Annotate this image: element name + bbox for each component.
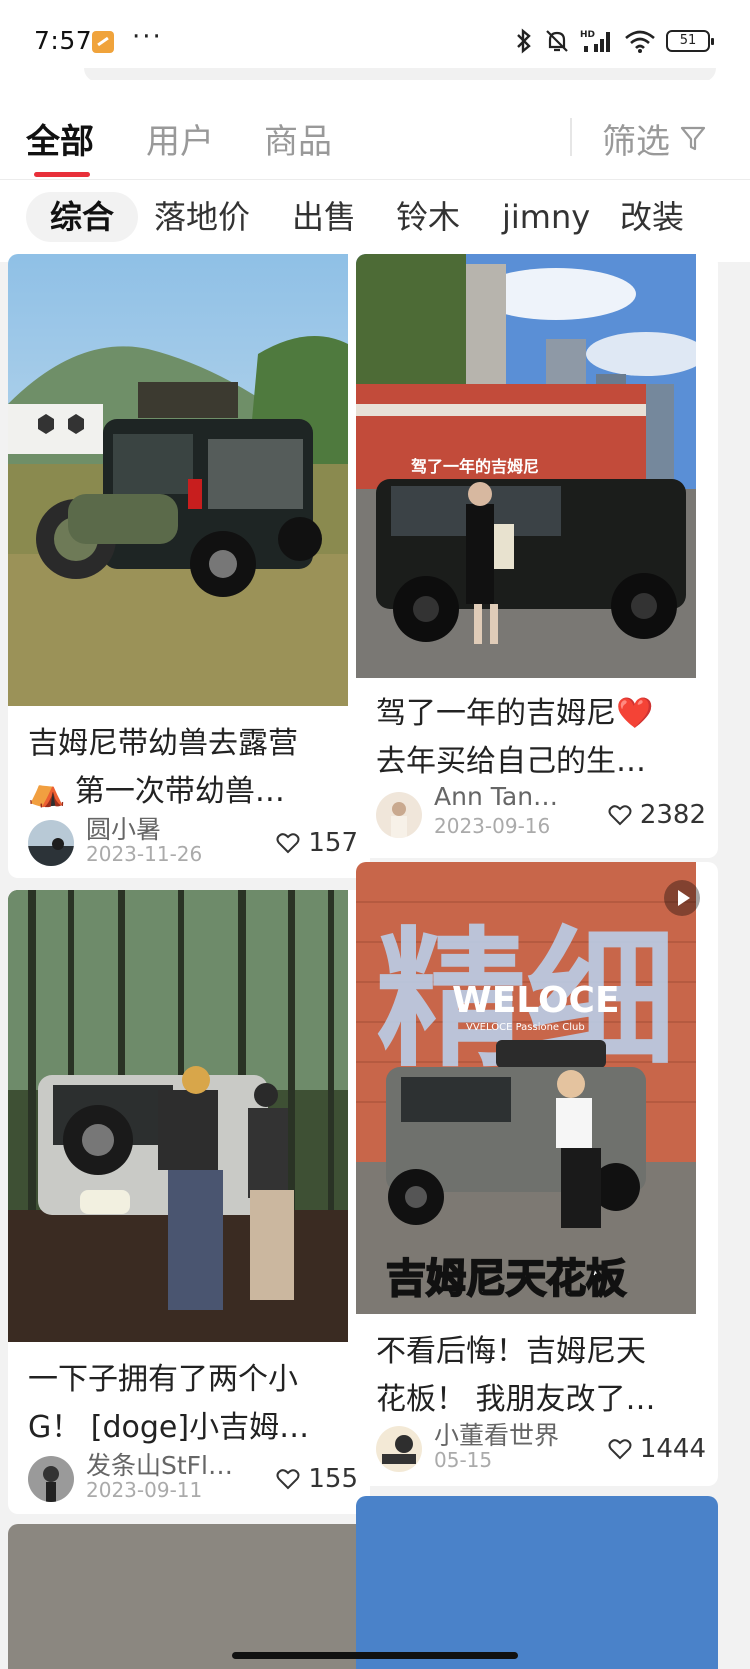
keyword-chips: 综合 落地价 出售 铃木 jimny 改装 [0, 180, 750, 262]
title-line: 一下子拥有了两个小 [28, 1362, 298, 1397]
note-card[interactable]: 精细 WELOCE VVELOCE Passione Club 吉姆尼天花板 不… [356, 862, 718, 1486]
note-cover-image[interactable]: 精细 WELOCE VVELOCE Passione Club 吉姆尼天花板 [356, 862, 718, 1314]
chip-comprehensive[interactable]: 综合 [26, 192, 139, 242]
note-card[interactable]: 吉姆尼带幼兽去露营 ⛺ 第一次带幼兽… 圆小暑 2023-11-26 157 [8, 254, 370, 878]
image-bottom-text: 吉姆尼天花板 [386, 1256, 626, 1302]
title-line: 吉姆尼带幼兽去露营 [28, 726, 298, 761]
title-line: ⛺ 第一次带幼兽… [28, 774, 285, 809]
like-count: 2382 [639, 800, 706, 830]
home-indicator[interactable] [232, 1652, 518, 1659]
like-button[interactable]: 157 [276, 828, 358, 858]
post-date: 2023-11-26 [86, 842, 203, 866]
tab-all[interactable]: 全部 [26, 114, 94, 163]
title-line: 去年买给自己的生… [376, 744, 646, 779]
like-count: 1444 [639, 1434, 706, 1464]
filter-button[interactable]: 筛选 [602, 114, 706, 163]
note-card-partial[interactable] [356, 1496, 718, 1669]
battery-icon: 51 [666, 30, 714, 52]
avatar[interactable] [376, 792, 422, 838]
heart-icon [608, 805, 632, 826]
note-cover-image[interactable]: 驾了一年的吉姆尼 [356, 254, 718, 678]
image-brand-sub: VVELOCE Passione Club [466, 1022, 585, 1033]
chip-landing-price[interactable]: 落地价 [154, 192, 250, 242]
image-brand: WELOCE [452, 980, 620, 1021]
author-name[interactable]: 发条山StFl… [86, 1446, 233, 1482]
svg-text:HD: HD [580, 30, 595, 40]
like-button[interactable]: 155 [276, 1464, 358, 1494]
tab-users[interactable]: 用户 [146, 114, 214, 163]
note-cover-image[interactable] [8, 890, 370, 1342]
search-results-page: 7:57 ··· HD 51 全部 用户 商品 筛选 综合 落地价 出售 铃木 … [0, 0, 750, 1669]
active-tab-indicator [34, 172, 90, 177]
title-line: 驾了一年的吉姆尼❤️ [376, 696, 654, 731]
title-line: G！ [doge]小吉姆… [28, 1410, 310, 1445]
note-title[interactable]: 不看后悔！吉姆尼天 花板！ 我朋友改了… [376, 1328, 702, 1424]
note-meta: 小董看世界 05-15 1444 [376, 1420, 706, 1480]
avatar[interactable] [28, 820, 74, 866]
status-icons: HD 51 [514, 28, 714, 54]
note-title[interactable]: 一下子拥有了两个小 G！ [doge]小吉姆… [28, 1356, 354, 1452]
like-count: 157 [308, 828, 358, 858]
note-card-partial[interactable] [8, 1524, 370, 1669]
like-count: 155 [308, 1464, 358, 1494]
status-time: 7:57 [34, 26, 93, 55]
chip-suzuki[interactable]: 铃木 [396, 192, 460, 242]
app-notification-icon [92, 31, 114, 53]
note-meta: Ann Tan… 2023-09-16 2382 [376, 782, 706, 846]
like-button[interactable]: 2382 [608, 800, 706, 830]
post-date: 2023-09-11 [86, 1478, 203, 1502]
note-title[interactable]: 驾了一年的吉姆尼❤️ 去年买给自己的生… [376, 690, 702, 786]
cellular-signal-icon: HD [580, 30, 610, 52]
author-name[interactable]: 圆小暑 [86, 810, 161, 846]
city-jimny-photo: 驾了一年的吉姆尼 [356, 254, 706, 678]
video-play-icon [664, 880, 700, 916]
post-date: 2023-09-16 [434, 814, 551, 838]
heart-icon [276, 833, 300, 854]
forest-jimny-photo [8, 890, 348, 1342]
author-name[interactable]: Ann Tan… [434, 782, 558, 811]
note-cover-image[interactable] [8, 254, 370, 706]
post-date: 05-15 [434, 1448, 493, 1472]
heart-icon [608, 1439, 632, 1460]
avatar[interactable] [28, 1456, 74, 1502]
tab-products[interactable]: 商品 [264, 114, 332, 163]
image-caption: 驾了一年的吉姆尼 [410, 457, 539, 476]
mute-bell-icon [546, 30, 568, 52]
chip-jimny[interactable]: jimny [502, 192, 590, 242]
title-line: 不看后悔！吉姆尼天 [376, 1334, 646, 1369]
tabs-divider [570, 118, 572, 156]
more-notifications-icon: ··· [132, 22, 163, 52]
note-meta: 发条山StFl… 2023-09-11 155 [28, 1450, 358, 1510]
note-meta: 圆小暑 2023-11-26 157 [28, 814, 358, 874]
camping-jimny-photo [8, 254, 348, 706]
note-title[interactable]: 吉姆尼带幼兽去露营 ⛺ 第一次带幼兽… [28, 720, 354, 816]
result-type-tabs: 全部 用户 商品 筛选 [0, 80, 750, 180]
chip-modified[interactable]: 改装 [620, 192, 684, 242]
author-name[interactable]: 小董看世界 [434, 1416, 559, 1452]
avatar[interactable] [376, 1426, 422, 1472]
note-card[interactable]: 一下子拥有了两个小 G！ [doge]小吉姆… 发条山StFl… 2023-09… [8, 890, 370, 1514]
wifi-icon [625, 30, 655, 53]
chip-for-sale[interactable]: 出售 [292, 192, 356, 242]
heart-icon [276, 1469, 300, 1490]
funnel-icon [680, 126, 706, 150]
bluetooth-icon [517, 28, 531, 54]
like-button[interactable]: 1444 [608, 1434, 706, 1464]
filter-label: 筛选 [602, 122, 670, 162]
weloce-jimny-photo: 精细 WELOCE VVELOCE Passione Club 吉姆尼天花板 [356, 862, 696, 1314]
note-card[interactable]: 驾了一年的吉姆尼 驾了一年的吉姆尼❤️ 去年买给自己的生… Ann Tan… 2… [356, 254, 718, 858]
